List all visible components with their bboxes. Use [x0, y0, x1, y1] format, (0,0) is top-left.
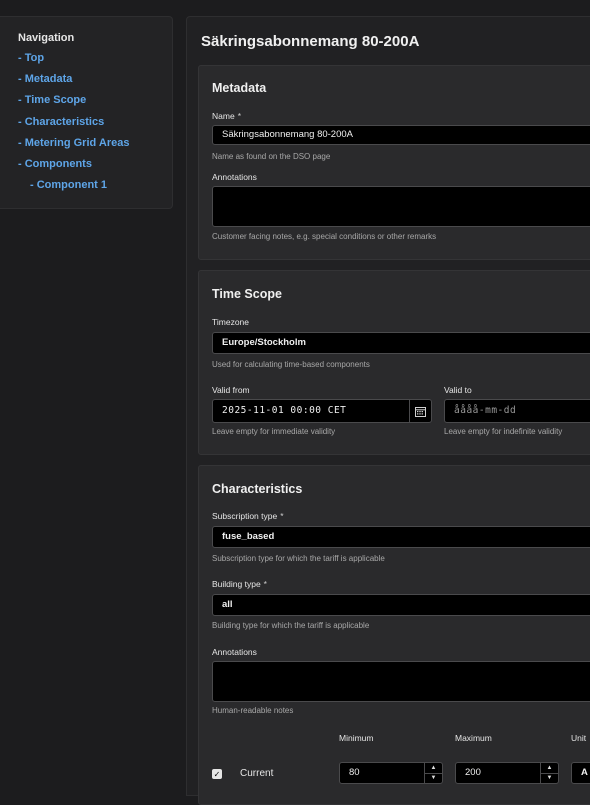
page-title: Säkringsabonnemang 80-200A	[201, 33, 420, 50]
subscription-type-label: Subscription type *	[212, 511, 284, 521]
maximum-input[interactable]: 200 ▲ ▼	[455, 762, 559, 784]
nav-link-time-scope[interactable]: - Time Scope	[18, 94, 172, 115]
nav-link-metadata[interactable]: - Metadata	[18, 73, 172, 94]
valid-from-hint: Leave empty for immediate validity	[212, 427, 336, 436]
metadata-title: Metadata	[212, 81, 267, 95]
valid-to-input[interactable]: åååå-mm-dd	[444, 399, 590, 423]
name-label: Name *	[212, 111, 241, 121]
timezone-label: Timezone	[212, 317, 250, 327]
subscription-type-hint: Subscription type for which the tariff i…	[212, 554, 385, 563]
nav-link-characteristics[interactable]: - Characteristics	[18, 116, 172, 137]
valid-to-placeholder: åååå-mm-dd	[454, 405, 517, 416]
minimum-stepper[interactable]: ▲ ▼	[424, 763, 442, 783]
nav-link-component-1[interactable]: - Component 1	[18, 179, 172, 200]
building-type-select[interactable]: all	[212, 594, 590, 616]
main-panel: Säkringsabonnemang 80-200A Metadata Name…	[186, 16, 590, 805]
current-label: Current	[240, 768, 274, 779]
timezone-hint: Used for calculating time-based componen…	[212, 360, 370, 369]
name-hint: Name as found on the DSO page	[212, 152, 331, 161]
valid-from-input[interactable]: 2025-11-01 00:00 CET	[212, 399, 432, 423]
metadata-section: Metadata Name * Säkringsabonnemang 80-200…	[198, 65, 590, 260]
chevron-up-icon[interactable]: ▲	[541, 763, 558, 774]
unit-select[interactable]: A	[571, 762, 590, 784]
valid-to-hint: Leave empty for indefinite validity	[444, 427, 563, 436]
current-checkbox[interactable]: ✓	[212, 769, 222, 779]
navigation-panel: Navigation - Top - Metadata - Time Scope…	[0, 16, 173, 209]
calendar-icon[interactable]	[409, 400, 431, 422]
checkmark-icon: ✓	[213, 769, 221, 779]
maximum-value: 200	[465, 767, 481, 778]
nav-link-components[interactable]: - Components	[18, 158, 172, 179]
minimum-value: 80	[349, 767, 360, 778]
navigation-title: Navigation	[18, 32, 75, 44]
valid-to-label: Valid to	[444, 385, 472, 395]
unit-label: Unit	[571, 733, 587, 743]
annotations-label: Annotations	[212, 172, 257, 182]
subscription-type-select[interactable]: fuse_based	[212, 526, 590, 548]
required-mark: *	[280, 511, 284, 521]
nav-link-metering-grid-areas[interactable]: - Metering Grid Areas	[18, 137, 172, 158]
required-mark: *	[263, 579, 267, 589]
building-type-hint: Building type for which the tariff is ap…	[212, 621, 370, 630]
annotations-hint: Customer facing notes, e.g. special cond…	[212, 232, 437, 241]
maximum-label: Maximum	[455, 733, 492, 743]
time-scope-title: Time Scope	[212, 287, 282, 301]
characteristics-annotations-hint: Human-readable notes	[212, 706, 294, 715]
minimum-input[interactable]: 80 ▲ ▼	[339, 762, 443, 784]
valid-from-label: Valid from	[212, 385, 250, 395]
maximum-stepper[interactable]: ▲ ▼	[540, 763, 558, 783]
name-input[interactable]: Säkringsabonnemang 80-200A	[212, 125, 590, 145]
annotations-textarea[interactable]	[212, 186, 590, 227]
characteristics-title: Characteristics	[212, 482, 303, 496]
required-mark: *	[237, 111, 241, 121]
minimum-label: Minimum	[339, 733, 374, 743]
chevron-up-icon[interactable]: ▲	[425, 763, 442, 774]
characteristics-annotations-label: Annotations	[212, 647, 257, 657]
nav-link-top[interactable]: - Top	[18, 52, 172, 73]
valid-from-value: 2025-11-01 00:00 CET	[222, 405, 347, 416]
time-scope-section: Time Scope Timezone Europe/Stockholm Use…	[198, 270, 590, 455]
timezone-select[interactable]: Europe/Stockholm	[212, 332, 590, 354]
building-type-label: Building type *	[212, 579, 267, 589]
characteristics-section: Characteristics Subscription type * fuse_…	[198, 465, 590, 805]
characteristics-annotations-textarea[interactable]	[212, 661, 590, 702]
